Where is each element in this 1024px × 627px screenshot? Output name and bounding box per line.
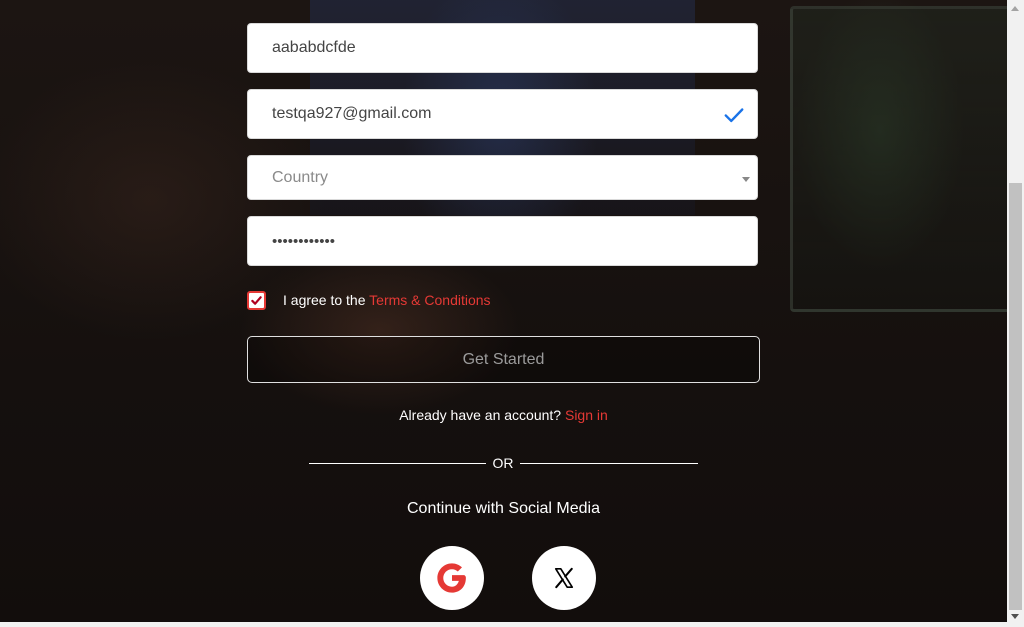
google-login-button[interactable] (420, 546, 484, 610)
email-field[interactable] (247, 89, 758, 139)
horizontal-scrollbar (0, 622, 1007, 627)
valid-check-icon (724, 108, 744, 123)
signin-prompt-text: Already have an account? (399, 407, 562, 423)
x-login-button[interactable] (532, 546, 596, 610)
username-input[interactable] (272, 24, 712, 72)
divider-line-right (520, 463, 698, 464)
country-placeholder: Country (272, 168, 329, 186)
email-input[interactable] (272, 90, 712, 138)
google-icon (437, 563, 466, 593)
get-started-button[interactable]: Get Started (247, 336, 760, 383)
country-select[interactable]: Country (247, 155, 758, 200)
scroll-up-icon[interactable] (1011, 6, 1019, 11)
password-field[interactable]: •••••••••••• (247, 216, 758, 266)
terms-checkbox[interactable] (247, 290, 266, 310)
divider-or: OR (492, 455, 514, 471)
terms-prefix: I agree to the (283, 292, 366, 308)
background-monitor (790, 6, 1011, 312)
password-input[interactable]: •••••••••••• (272, 217, 712, 265)
signin-prompt: Already have an account? Sign in (247, 407, 760, 423)
scrollbar-thumb[interactable] (1009, 183, 1022, 610)
social-heading: Continue with Social Media (407, 500, 600, 517)
scroll-down-icon[interactable] (1011, 614, 1019, 619)
x-icon (554, 567, 574, 589)
divider-line-left (309, 463, 486, 464)
terms-agreement: I agree to the Terms & Conditions (247, 290, 491, 310)
checkmark-icon (251, 295, 262, 305)
signin-link[interactable]: Sign in (565, 407, 608, 423)
chevron-down-icon (742, 177, 750, 182)
terms-label: I agree to the Terms & Conditions (283, 292, 491, 308)
terms-link[interactable]: Terms & Conditions (369, 292, 490, 308)
username-field[interactable] (247, 23, 758, 73)
